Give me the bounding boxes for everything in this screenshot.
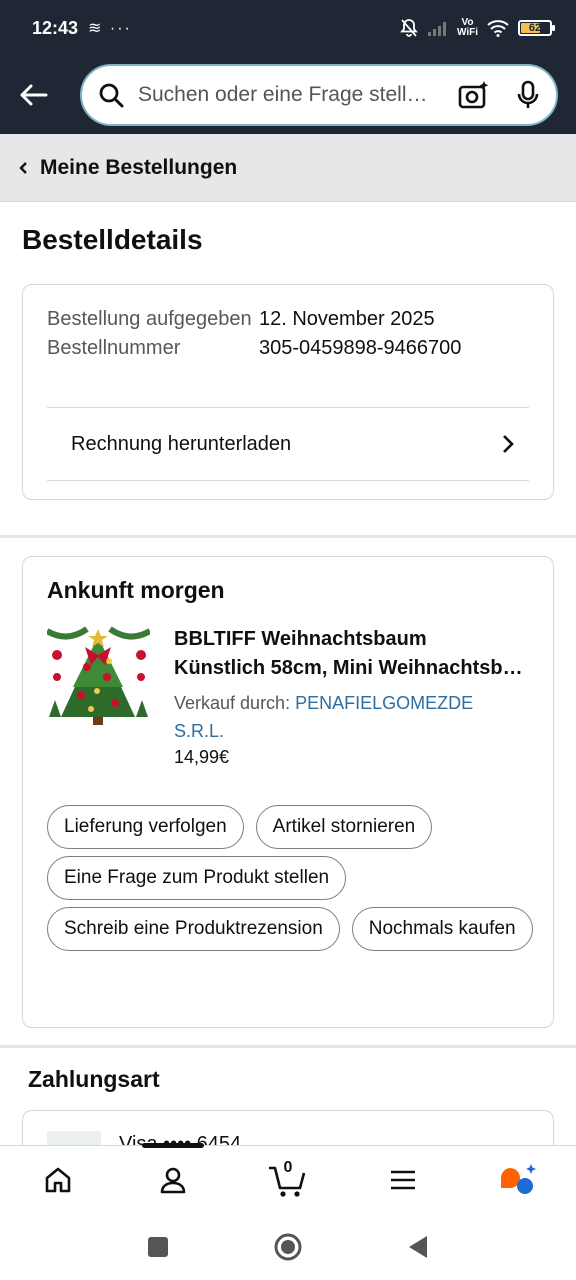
battery-level: 62 — [528, 22, 542, 34]
write-review-button[interactable]: Schreib eine Produktrezension — [47, 907, 340, 951]
system-nav — [0, 1213, 576, 1280]
payment-method-heading: Zahlungsart — [28, 1066, 160, 1092]
nav-home[interactable] — [0, 1146, 115, 1213]
chevron-left-icon — [19, 161, 27, 174]
section-divider — [0, 535, 576, 538]
status-bar: 12:43 ≋ ··· Vo WiFi 62 — [0, 0, 576, 56]
order-placed-label: Bestellung aufgegeben — [47, 308, 252, 330]
notification-icons: ≋ ··· — [88, 20, 132, 37]
download-invoice-row[interactable]: Rechnung herunterladen — [47, 407, 529, 481]
section-divider — [0, 1045, 576, 1048]
page-title: Bestelldetails — [22, 224, 203, 255]
recent-apps-icon[interactable] — [147, 1236, 169, 1258]
product-info: BBLTIFF Weihnachtsbaum Künstlich 58cm, M… — [174, 625, 524, 768]
search-icon — [99, 83, 124, 108]
bottom-nav: 0 — [0, 1143, 576, 1213]
download-invoice-label: Rechnung herunterladen — [71, 432, 292, 455]
product-title[interactable]: BBLTIFF Weihnachtsbaum Künstlich 58cm, M… — [174, 625, 524, 683]
order-number-label: Bestellnummer — [47, 336, 181, 359]
delivery-status-heading: Ankunft morgen — [47, 577, 225, 603]
product-image[interactable] — [47, 625, 150, 728]
battery-icon: 62 — [518, 20, 555, 36]
nav-cart[interactable]: 0 — [230, 1146, 345, 1213]
seller-prefix: Verkauf durch: — [174, 693, 296, 713]
breadcrumb-label[interactable]: Meine Bestellungen — [40, 156, 237, 180]
muted-bell-icon — [400, 19, 418, 37]
nav-account[interactable] — [115, 1146, 230, 1213]
back-button[interactable] — [16, 78, 50, 112]
back-arrow-icon — [20, 84, 48, 106]
app-header: Suchen oder eine Frage stellen — [0, 56, 576, 134]
nav-assistant[interactable] — [461, 1146, 576, 1213]
order-info-card: Bestellung aufgegeben Bestellnummer 12. … — [22, 284, 554, 500]
microphone-icon[interactable] — [516, 80, 540, 110]
home-button-icon[interactable] — [273, 1232, 303, 1262]
user-icon — [160, 1167, 186, 1193]
shipment-actions: Lieferung verfolgen Artikel stornieren E… — [47, 805, 537, 951]
cart-count: 0 — [283, 1159, 293, 1176]
product-price: 14,99€ — [174, 747, 230, 767]
product-title-line1: BBLTIFF Weihnachtsbaum — [174, 628, 427, 650]
menu-icon — [391, 1170, 416, 1189]
camera-search-icon[interactable] — [458, 80, 490, 110]
vowifi-label: Vo WiFi — [456, 17, 478, 38]
ask-product-question-button[interactable]: Eine Frage zum Produkt stellen — [47, 856, 347, 900]
back-button-icon[interactable] — [407, 1235, 429, 1259]
status-icons: Vo WiFi 62 — [399, 17, 555, 38]
search-bar[interactable]: Suchen oder eine Frage stellen — [80, 64, 558, 126]
track-delivery-button[interactable]: Lieferung verfolgen — [47, 805, 244, 849]
search-input[interactable]: Suchen oder eine Frage stellen — [138, 83, 428, 107]
order-date: 12. November 2025 — [259, 308, 435, 330]
cancel-item-button[interactable]: Artikel stornieren — [255, 805, 433, 849]
chevron-right-icon — [503, 435, 514, 453]
signal-icon — [427, 22, 446, 36]
status-time: 12:43 — [32, 17, 79, 38]
wifi-icon — [487, 20, 509, 37]
buy-again-button[interactable]: Nochmals kaufen — [351, 907, 533, 951]
order-number: 305-0459898-9466700 — [259, 336, 462, 359]
nav-menu[interactable] — [346, 1146, 461, 1213]
shipment-card: Ankunft morgen BBLTIFF Weihnachtsbaum Kü… — [22, 556, 554, 1028]
breadcrumb[interactable]: Meine Bestellungen — [0, 134, 576, 202]
home-icon — [45, 1167, 70, 1192]
product-title-line2: Künstlich 58cm, Mini Weihnachtsbaum — [174, 657, 524, 679]
assistant-icon — [501, 1163, 537, 1194]
seller-line: Verkauf durch: PENAFIELGOMEZDE S.R.L. — [174, 689, 524, 745]
